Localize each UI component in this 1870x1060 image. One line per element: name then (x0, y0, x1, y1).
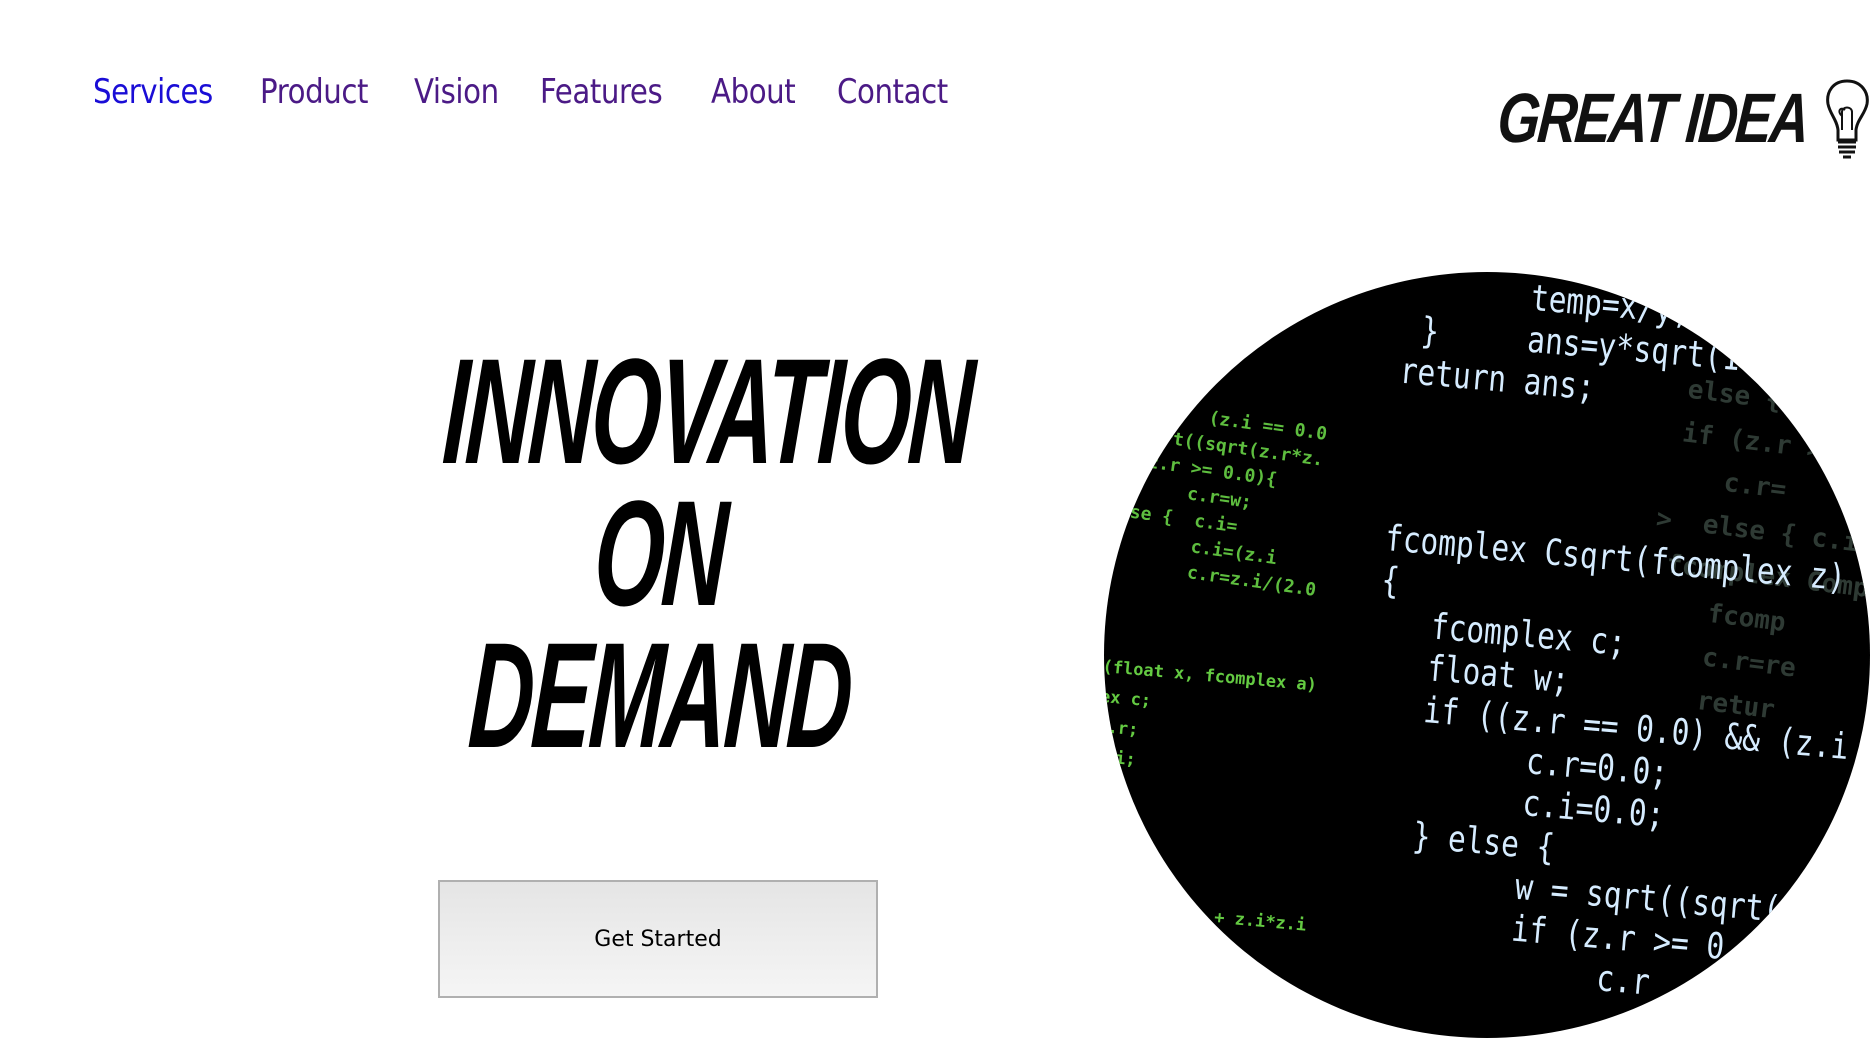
lightbulb-icon (1826, 79, 1869, 159)
nav-contact[interactable]: Contact (837, 72, 948, 112)
headline-line: INNOVATION (439, 327, 977, 495)
headline-line: DEMAND (465, 611, 855, 779)
code-image: else { if (z.r >= 0.0 c.r= > else { c.i=… (1104, 272, 1870, 1038)
code-green-text: (z.i == 0.0 sqrt((sqrt(z.r*z. (z.r >= 0.… (1104, 393, 1329, 601)
nav-vision[interactable]: Vision (414, 72, 499, 112)
logo[interactable]: GREAT IDEA (1494, 78, 1869, 159)
hero-headline: INNOVATION ON DEMAND (300, 327, 1020, 779)
headline-line: ON (590, 469, 730, 637)
logo-text: GREAT IDEA (1494, 79, 1811, 157)
nav-about[interactable]: About (711, 72, 796, 112)
code-green-text-2: (float x, fcomplex a) ex c; a.r; a.i; c;… (1104, 656, 1318, 936)
get-started-button[interactable]: Get Started (438, 880, 878, 998)
main-nav: Services Product Vision Features About C… (93, 72, 948, 112)
code-main-text: temp=x/y; } ans=y*sqrt(1.0+temp*temp ret… (1379, 277, 1870, 1004)
nav-features[interactable]: Features (540, 72, 663, 112)
nav-product[interactable]: Product (260, 72, 368, 112)
nav-services[interactable]: Services (93, 72, 213, 112)
